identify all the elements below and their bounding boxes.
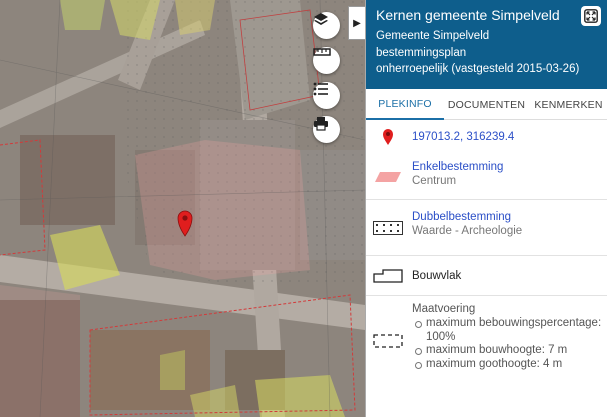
plan-type: bestemmingsplan: [376, 46, 467, 59]
enkelbestemming-link[interactable]: Enkelbestemming: [412, 160, 603, 174]
panel-header: Kernen gemeente Simpelveld Gemeente Simp…: [366, 0, 607, 89]
tab-plekinfo[interactable]: PLEKINFO: [366, 89, 444, 120]
tab-documenten[interactable]: DOCUMENTEN: [444, 89, 529, 120]
layers-button[interactable]: [313, 12, 340, 39]
map-pin-icon: [383, 129, 393, 145]
list-item: maximum bebouwingspercentage: 100%: [412, 317, 603, 344]
measure-button[interactable]: [313, 47, 340, 74]
dubbelbestemming-pattern-icon: [373, 220, 403, 235]
print-icon: [314, 117, 328, 131]
dubbelbestemming-link[interactable]: Dubbelbestemming: [412, 210, 603, 224]
location-row: 197013.2, 316239.4: [366, 120, 607, 154]
maatvoering-list: maximum bebouwingspercentage: 100% maxim…: [412, 317, 603, 371]
list-item: maximum goothoogte: 4 m: [412, 358, 603, 372]
enkelbestemming-swatch-icon: [375, 171, 401, 182]
layers-icon: [314, 13, 328, 25]
plan-status: onherroepelijk (vastgesteld 2015-03-26): [376, 63, 580, 75]
info-panel: Kernen gemeente Simpelveld Gemeente Simp…: [365, 0, 607, 417]
aerial-map-imagery: [0, 0, 365, 417]
bouwvlak-label: Bouwvlak: [412, 269, 462, 282]
ruler-icon: [313, 48, 331, 56]
maatvoering-row: Maatvoering maximum bebouwingspercentage…: [366, 296, 607, 386]
dubbelbestemming-row: Dubbelbestemming Waarde - Archeologie: [366, 200, 607, 256]
map-view[interactable]: ▶: [0, 0, 365, 417]
bouwvlak-outline-icon: [373, 268, 403, 283]
fullscreen-icon: [584, 9, 598, 23]
municipality-name: Gemeente Simpelveld: [376, 30, 490, 42]
maatvoering-title: Maatvoering: [412, 303, 476, 315]
enkelbestemming-value: Centrum: [412, 175, 457, 187]
print-button[interactable]: [313, 116, 340, 143]
tab-kenmerken[interactable]: KENMERKEN: [529, 89, 607, 120]
maatvoering-dashed-icon: [373, 334, 403, 348]
collapse-panel-button[interactable]: ▶: [348, 6, 365, 40]
panel-tabs: PLEKINFO DOCUMENTEN KENMERKEN: [366, 89, 607, 120]
plan-title: Kernen gemeente Simpelveld: [376, 7, 560, 23]
fullscreen-button[interactable]: [581, 6, 601, 26]
enkelbestemming-row: Enkelbestemming Centrum: [366, 154, 607, 200]
coordinates-link[interactable]: 197013.2, 316239.4: [412, 131, 514, 143]
legend-list-icon: [313, 82, 328, 96]
dubbelbestemming-value: Waarde - Archeologie: [412, 225, 523, 237]
legend-button[interactable]: [313, 82, 340, 109]
bouwvlak-row: Bouwvlak: [366, 256, 607, 296]
chevron-right-icon: ▶: [353, 17, 361, 29]
list-item: maximum bouwhoogte: 7 m: [412, 344, 603, 358]
